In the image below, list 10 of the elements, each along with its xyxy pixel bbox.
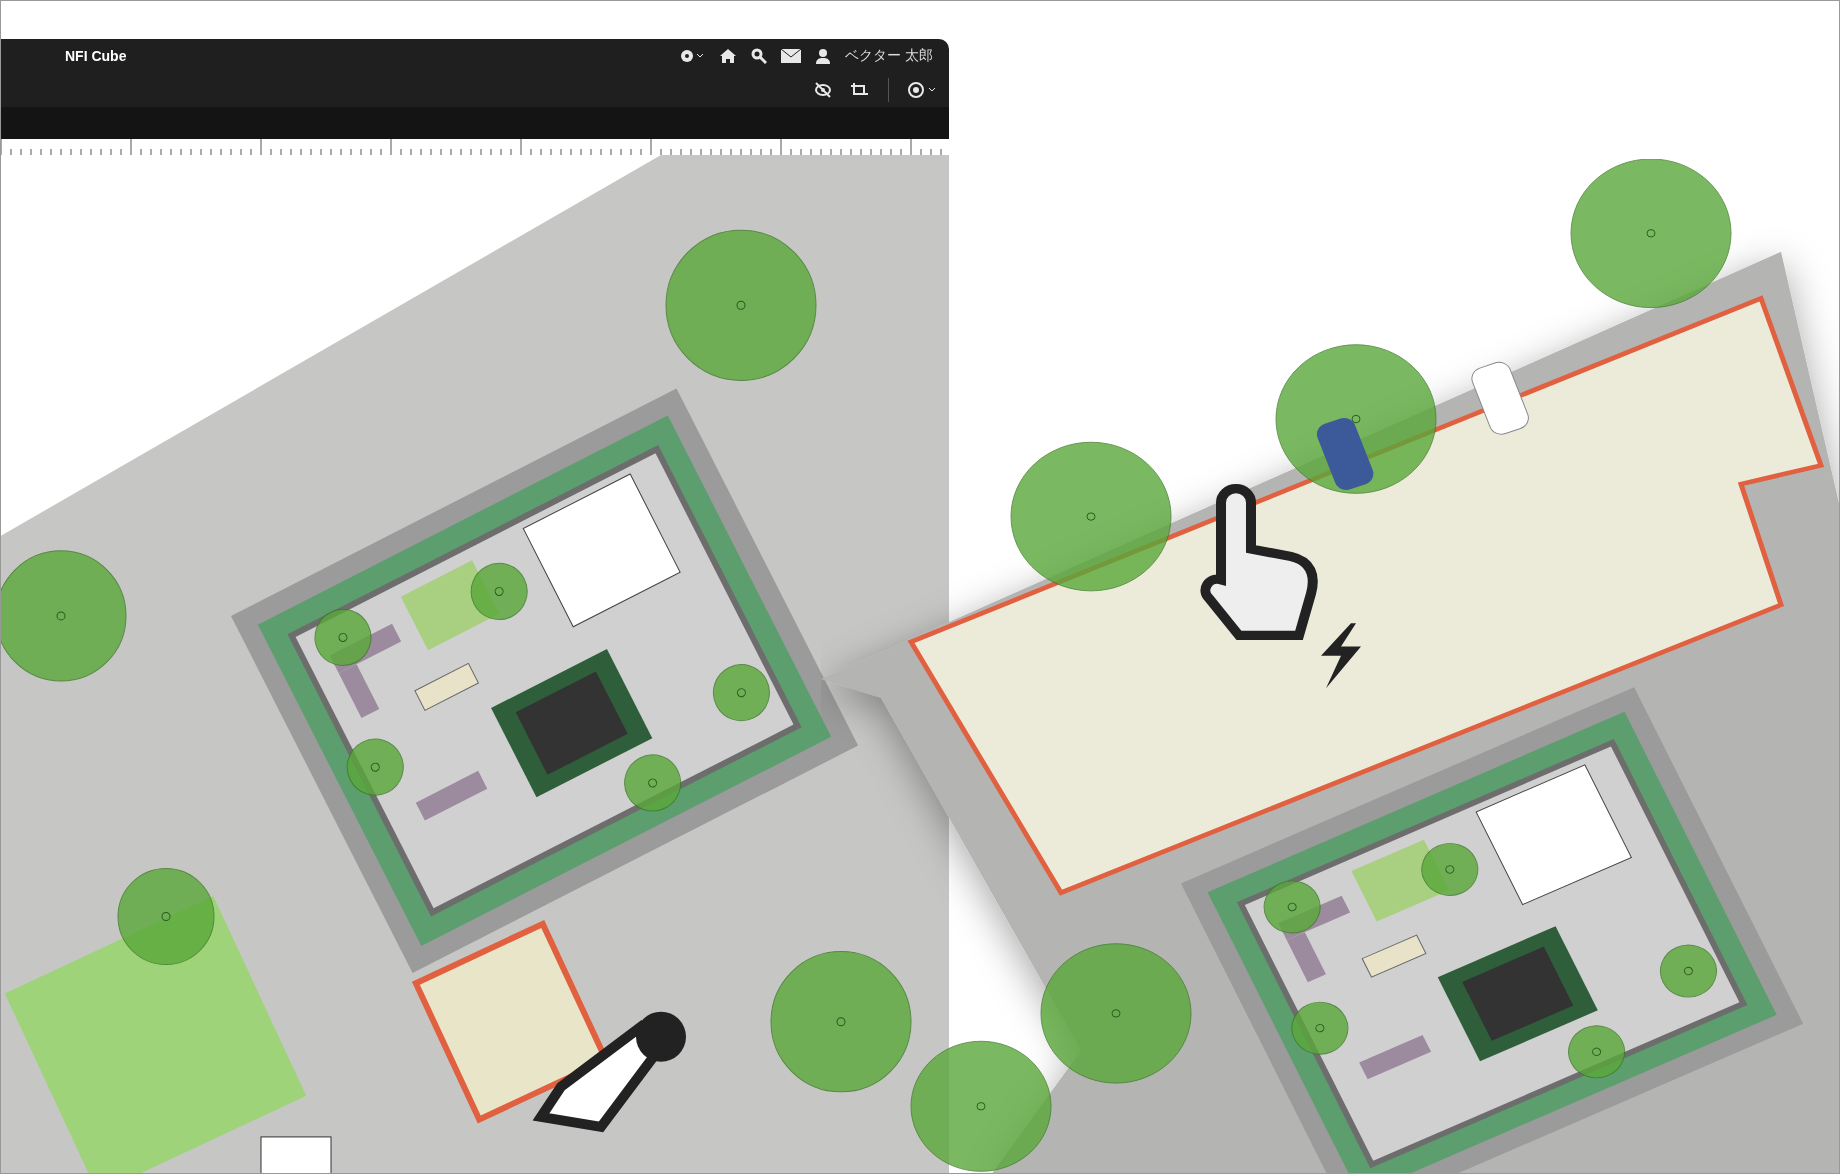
crop-icon[interactable] (850, 82, 870, 98)
home-icon[interactable] (719, 48, 738, 64)
settings-icon[interactable] (679, 48, 706, 64)
mail-icon[interactable] (781, 49, 802, 63)
layers-icon[interactable] (907, 81, 937, 99)
search-icon[interactable] (751, 48, 768, 64)
user-name[interactable]: ベクター 太郎 (845, 47, 933, 65)
user-icon[interactable] (815, 48, 832, 64)
hidden-eye-icon[interactable] (814, 82, 832, 98)
app-title: NFI Cube (65, 48, 128, 64)
